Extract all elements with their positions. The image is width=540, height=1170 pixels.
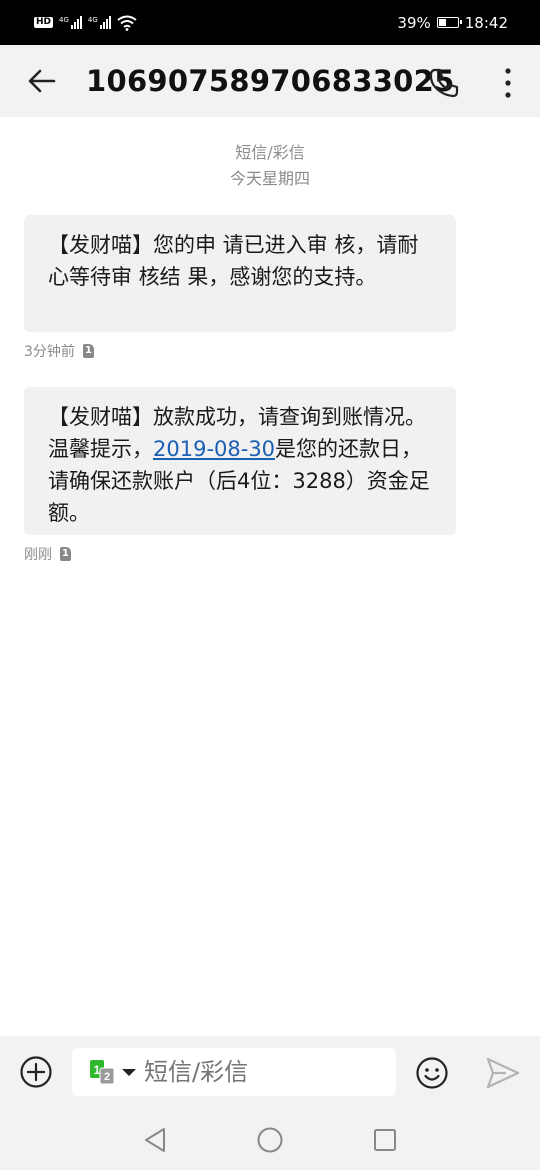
conversation-header: 106907589706833025 (0, 45, 540, 117)
sim-card-icon: 1 (60, 547, 71, 561)
add-circle-icon[interactable] (18, 1054, 54, 1090)
message-text: 【发财喵】您的申 请已进入审 核，请耐心等待审 核结 果，感谢您的支持。 (48, 233, 419, 289)
sim-card-icon: 1 (82, 344, 94, 358)
battery-icon (436, 17, 462, 28)
nav-home-icon[interactable] (256, 1126, 284, 1154)
signal-2-icon: 4G (88, 16, 111, 29)
date-separator: 今天星期四 (229, 169, 310, 188)
emoji-icon[interactable] (414, 1055, 450, 1091)
nav-back-icon[interactable] (142, 1126, 168, 1154)
hd-badge: HD (34, 17, 54, 28)
message-meta: 刚刚 1 (24, 544, 71, 564)
status-left: HD 4G 4G (34, 15, 137, 31)
message-type-label: 短信/彩信 (235, 143, 305, 162)
sim-selector[interactable]: 1 2 (88, 1058, 142, 1086)
message-bubble[interactable]: 【发财喵】放款成功，请查询到账情况。温馨提示，2019-08-30是您的还款日，… (24, 387, 456, 535)
message-input-box[interactable]: 1 2 (72, 1048, 396, 1096)
battery-level-fill (438, 19, 446, 26)
conversation-title: 106907589706833025 (86, 64, 455, 98)
message-time: 3分钟前 (24, 344, 75, 360)
signal-1-icon: 4G (59, 16, 82, 29)
phone-icon[interactable] (426, 65, 462, 101)
message-bubble[interactable]: 【发财喵】您的申 请已进入审 核，请耐心等待审 核结 果，感谢您的支持。 (24, 215, 456, 332)
send-icon[interactable] (485, 1056, 521, 1090)
status-right: 39% 18:42 (397, 14, 508, 32)
network-1-label: 4G (59, 16, 69, 24)
sim-secondary-label: 2 (104, 1071, 110, 1083)
thread-header: 短信/彩信 今天星期四 (0, 140, 540, 192)
status-bar: HD 4G 4G 39% 18:42 (0, 0, 540, 45)
battery-percent: 39% (397, 13, 431, 32)
date-link[interactable]: 2019-08-30 (153, 437, 275, 461)
message-time: 刚刚 (24, 547, 52, 563)
message-input[interactable] (144, 1048, 384, 1096)
network-2-label: 4G (87, 16, 98, 24)
back-arrow-icon[interactable] (24, 63, 60, 99)
chevron-down-icon (122, 1069, 136, 1076)
more-vertical-icon[interactable] (494, 65, 522, 101)
message-meta: 3分钟前 1 (24, 341, 94, 361)
wifi-icon (117, 15, 137, 31)
clock: 18:42 (464, 13, 508, 32)
nav-recent-icon[interactable] (373, 1128, 397, 1152)
